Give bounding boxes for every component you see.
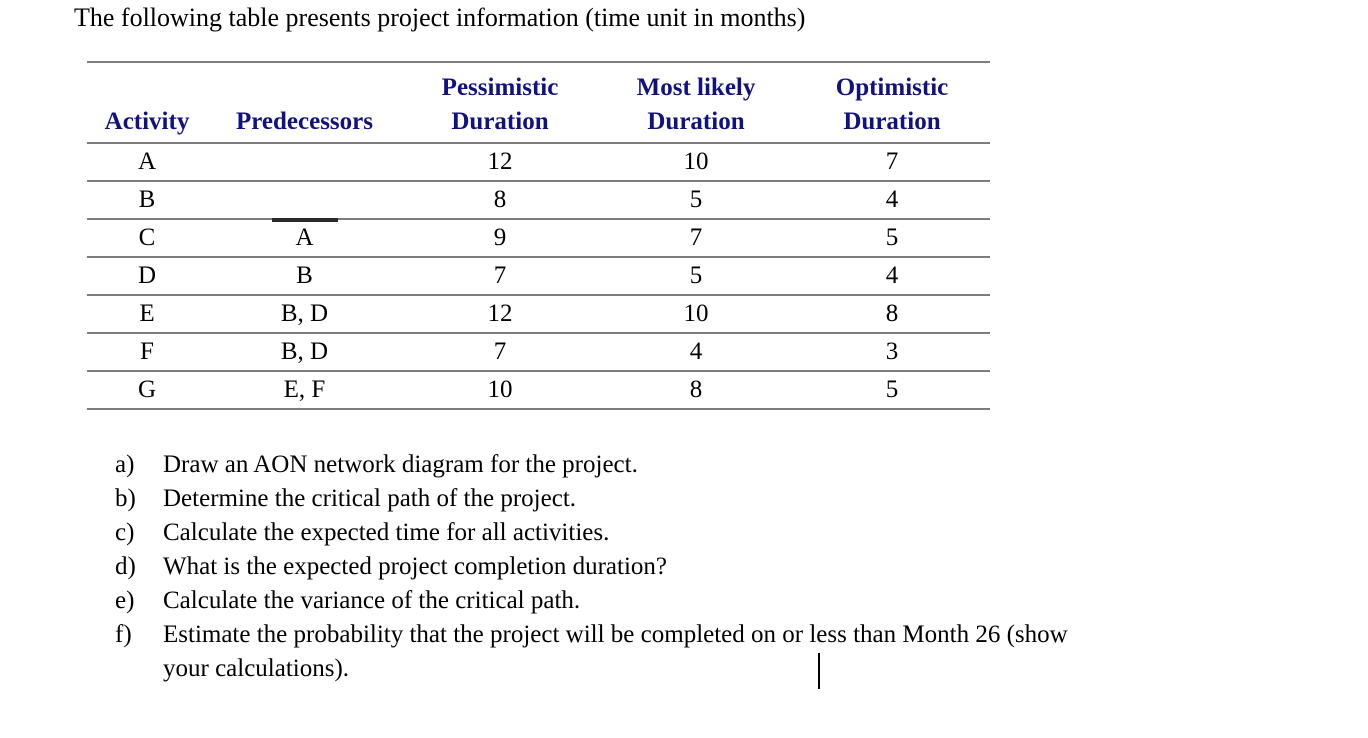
- table-row: G E, F 10 8 5: [87, 371, 990, 410]
- question-item-d: d) What is the expected project completi…: [112, 550, 1312, 584]
- question-marker-a: a): [115, 451, 135, 478]
- question-text-f-line1: Estimate the probability that the projec…: [163, 621, 1068, 648]
- column-header-predecessors: Predecessors: [207, 61, 402, 144]
- cell-activity: E: [87, 295, 207, 334]
- cell-most-likely: 4: [598, 333, 794, 372]
- cell-predecessors: A: [207, 219, 402, 258]
- question-marker-f: f): [115, 621, 132, 648]
- table-header-row: Activity Predecessors Pessimistic Durati…: [87, 61, 990, 144]
- question-marker-e: e): [115, 587, 135, 614]
- question-text-b: Determine the critical path of the proje…: [163, 485, 577, 512]
- cell-activity: G: [87, 371, 207, 410]
- table-row: B 8 5 4: [87, 181, 990, 222]
- cell-predecessors: B, D: [207, 333, 402, 372]
- cell-most-likely: 5: [598, 257, 794, 296]
- cell-activity: B: [87, 181, 207, 220]
- cell-pessimistic: 7: [402, 333, 598, 372]
- question-text-a: Draw an AON network diagram for the proj…: [163, 451, 638, 478]
- cell-activity: C: [87, 219, 207, 258]
- cell-most-likely: 8: [598, 371, 794, 410]
- column-header-optimistic-line2: Duration: [843, 108, 941, 135]
- cell-optimistic: 7: [794, 143, 990, 182]
- column-header-optimistic-duration: Optimistic Duration: [794, 61, 990, 144]
- column-header-pessimistic-duration: Pessimistic Duration: [402, 61, 598, 144]
- column-header-pessimistic-line2: Duration: [451, 108, 549, 135]
- cell-activity: F: [87, 333, 207, 372]
- column-header-pessimistic-line1: Pessimistic: [441, 74, 559, 101]
- document-page: The following table presents project inf…: [0, 0, 1368, 738]
- cell-predecessors: E, F: [207, 371, 402, 410]
- column-header-most-likely-line1: Most likely: [636, 74, 756, 101]
- cell-optimistic: 4: [794, 257, 990, 296]
- cell-optimistic: 3: [794, 333, 990, 372]
- cell-predecessors: [207, 143, 402, 182]
- question-text-c: Calculate the expected time for all acti…: [163, 519, 610, 546]
- question-item-a: a) Draw an AON network diagram for the p…: [112, 448, 1312, 482]
- column-header-activity-line2: Activity: [104, 108, 190, 135]
- table-row: C A 9 7 5: [87, 219, 990, 258]
- cell-most-likely: 7: [598, 219, 794, 258]
- table-row: F B, D 7 4 3: [87, 333, 990, 372]
- table-row: D B 7 5 4: [87, 257, 990, 296]
- text-cursor-caret: [818, 653, 820, 689]
- question-marker-d: d): [115, 553, 136, 580]
- column-header-predecessors-line2: Predecessors: [236, 108, 373, 135]
- cell-most-likely: 5: [598, 181, 794, 220]
- cell-activity: D: [87, 257, 207, 296]
- cell-predecessors: B, D: [207, 295, 402, 334]
- column-header-most-likely-line2: Duration: [647, 108, 745, 135]
- question-item-c: c) Calculate the expected time for all a…: [112, 516, 1312, 550]
- cell-optimistic: 4: [794, 181, 990, 220]
- cell-most-likely: 10: [598, 143, 794, 182]
- cell-predecessors: [207, 181, 402, 222]
- column-header-optimistic-line1: Optimistic: [835, 74, 949, 101]
- question-text-f: Estimate the probability that the projec…: [163, 618, 1312, 686]
- project-information-table: Activity Predecessors Pessimistic Durati…: [87, 61, 990, 410]
- table-row: E B, D 12 10 8: [87, 295, 990, 334]
- cell-pessimistic: 12: [402, 295, 598, 334]
- cell-optimistic: 5: [794, 371, 990, 410]
- cell-pessimistic: 7: [402, 257, 598, 296]
- question-text-d: What is the expected project completion …: [163, 553, 667, 580]
- table-row: A 12 10 7: [87, 143, 990, 182]
- question-text-e: Calculate the variance of the critical p…: [163, 587, 581, 614]
- question-item-f: f) Estimate the probability that the pro…: [112, 618, 1312, 686]
- table: Activity Predecessors Pessimistic Durati…: [87, 61, 990, 410]
- cell-pessimistic: 8: [402, 181, 598, 220]
- question-text-f-line2: your calculations).: [163, 655, 350, 682]
- cell-optimistic: 8: [794, 295, 990, 334]
- cell-pessimistic: 12: [402, 143, 598, 182]
- cell-pessimistic: 10: [402, 371, 598, 410]
- cell-pessimistic: 9: [402, 219, 598, 258]
- question-list: a) Draw an AON network diagram for the p…: [112, 448, 1312, 686]
- cell-optimistic: 5: [794, 219, 990, 258]
- question-marker-b: b): [115, 485, 136, 512]
- cell-most-likely: 10: [598, 295, 794, 334]
- question-item-b: b) Determine the critical path of the pr…: [112, 482, 1312, 516]
- cell-predecessors: B: [207, 257, 402, 296]
- question-marker-c: c): [115, 519, 135, 546]
- intro-sentence: The following table presents project inf…: [74, 3, 806, 32]
- table-body: A 12 10 7 B 8 5 4 C A 9 7 5 D B 7 5 4 E …: [87, 143, 990, 410]
- column-header-activity: Activity: [87, 61, 207, 144]
- cell-activity: A: [87, 143, 207, 182]
- table-header: Activity Predecessors Pessimistic Durati…: [87, 61, 990, 144]
- column-header-most-likely-duration: Most likely Duration: [598, 61, 794, 144]
- question-item-e: e) Calculate the variance of the critica…: [112, 584, 1312, 618]
